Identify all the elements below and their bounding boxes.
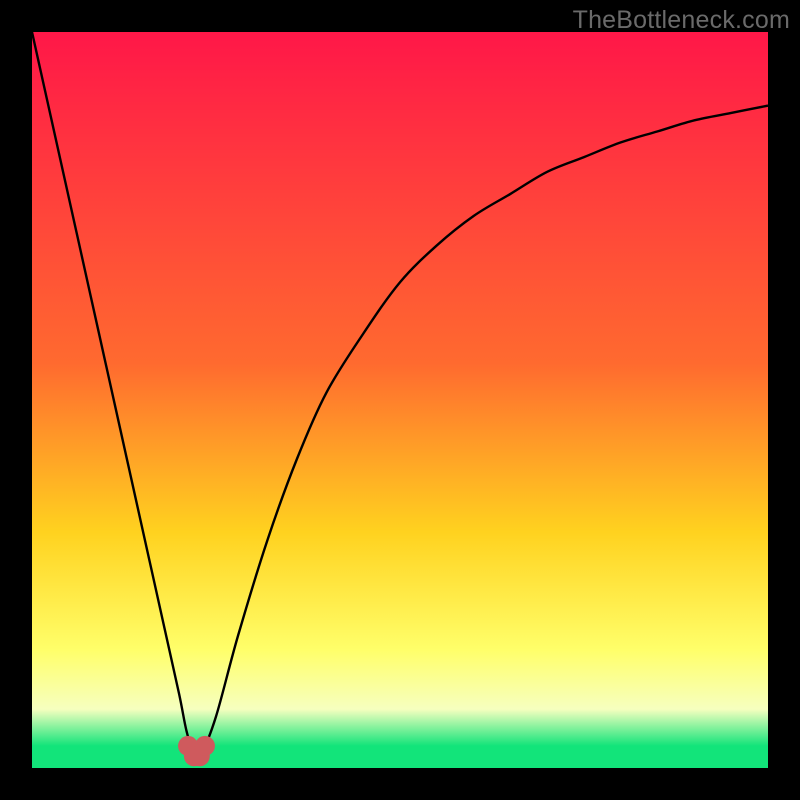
watermark-text: TheBottleneck.com [573,6,790,35]
bottleneck-plot [32,32,768,768]
chart-frame [32,32,768,768]
gradient-bg [32,32,768,768]
min-marker-point [195,736,215,756]
